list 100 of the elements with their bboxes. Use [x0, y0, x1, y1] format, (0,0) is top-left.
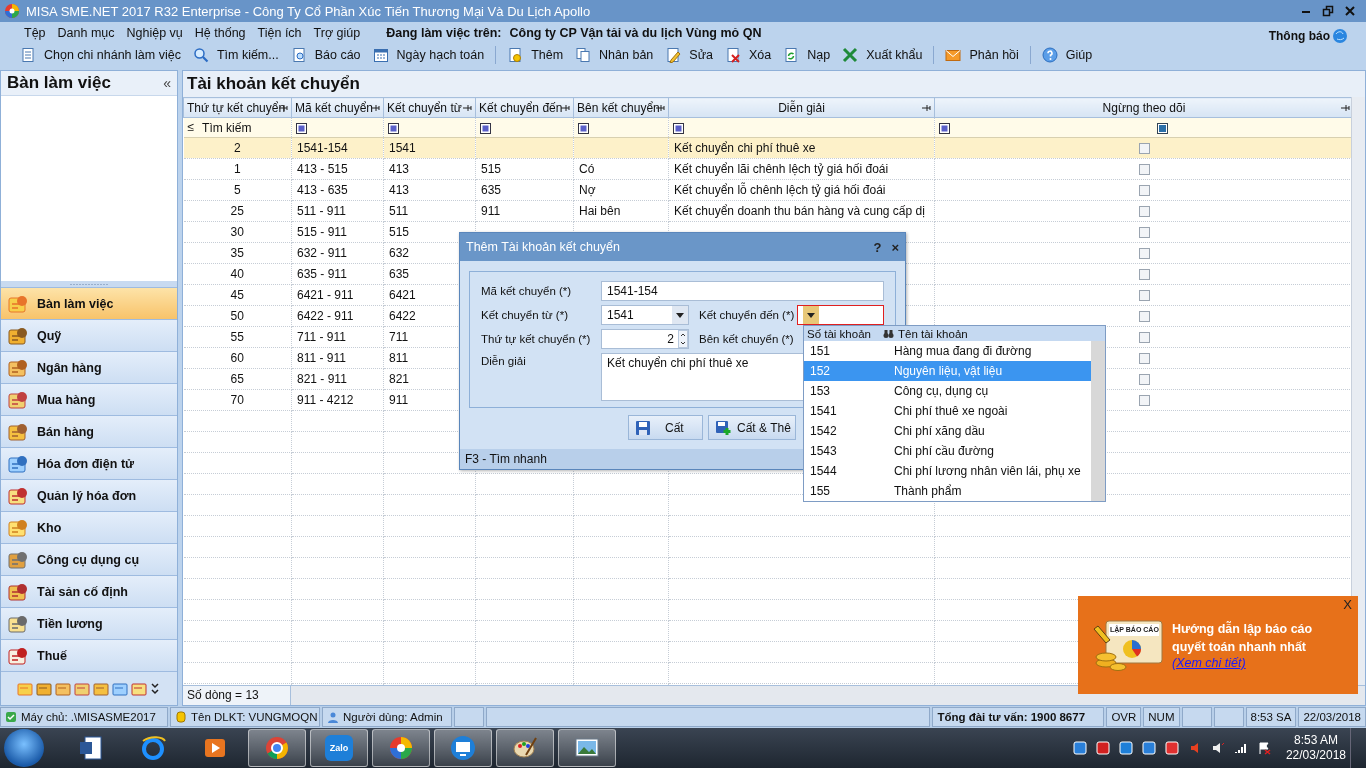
- column-header[interactable]: Thứ tự kết chuyển: [183, 97, 292, 118]
- menu-item[interactable]: Tiện ích: [251, 25, 308, 40]
- checkbox[interactable]: [1138, 185, 1150, 197]
- table-row[interactable]: 1 413 - 515 413 515 Có Kết chuyển lãi chênh lệch tỷ giá hối đoái: [183, 158, 1351, 180]
- checkbox[interactable]: [1138, 269, 1150, 281]
- close-icon[interactable]: [1344, 5, 1356, 17]
- taskbar-button[interactable]: [558, 729, 616, 767]
- nav-item[interactable]: Công cụ dụng cụ: [1, 543, 177, 575]
- nav-item[interactable]: Tiền lương: [1, 607, 177, 639]
- filter-operator-icon[interactable]: [388, 122, 399, 134]
- filter-operator-icon[interactable]: [578, 122, 589, 134]
- checkbox[interactable]: [1138, 311, 1150, 323]
- filter-operator-icon[interactable]: [296, 122, 307, 134]
- toolbar-button[interactable]: Nhân bản: [571, 44, 658, 66]
- toolbar-button[interactable]: Nạp: [779, 44, 835, 66]
- checkbox[interactable]: [1138, 248, 1150, 260]
- toolbar-button[interactable]: Sửa: [661, 44, 717, 66]
- dropdown-button[interactable]: [672, 306, 688, 324]
- toolbar-button[interactable]: Tìm kiếm...: [188, 44, 283, 66]
- collapse-button[interactable]: «: [163, 75, 171, 91]
- close-button[interactable]: X: [1343, 597, 1352, 612]
- column-header[interactable]: Kết chuyển đến: [475, 97, 574, 118]
- combo-box[interactable]: [797, 305, 884, 325]
- column-header[interactable]: Diễn giải: [668, 97, 935, 118]
- menu-item[interactable]: Hệ thống: [188, 25, 252, 40]
- scrollbar[interactable]: [1091, 341, 1105, 501]
- filter-operator-icon[interactable]: [480, 122, 491, 134]
- checkbox[interactable]: [1138, 164, 1150, 176]
- menu-item[interactable]: Danh mục: [51, 25, 121, 40]
- table-row[interactable]: 2 1541-154 1541 Kết chuyển chi phí thuê xe: [183, 137, 1351, 159]
- nav-item[interactable]: Thuế: [1, 639, 177, 671]
- tray-icon[interactable]: [1072, 741, 1087, 755]
- nav-item[interactable]: Hóa đơn điện tử: [1, 447, 177, 479]
- combo-box[interactable]: 1541: [601, 305, 689, 325]
- taskbar-button[interactable]: [248, 729, 306, 767]
- dropdown-button[interactable]: [803, 306, 819, 324]
- notifications-button[interactable]: Thông báo: [1268, 27, 1366, 44]
- save-button[interactable]: Cất: [628, 415, 703, 440]
- toolbar-button[interactable]: Xuất khẩu: [838, 44, 927, 66]
- column-header[interactable]: Mã kết chuyển: [291, 97, 384, 118]
- column-header[interactable]: Kết chuyển từ: [383, 97, 476, 118]
- toolbar-button[interactable]: Phản hồi: [941, 44, 1023, 66]
- filter-operator-icon[interactable]: [939, 122, 950, 134]
- toolbar-button[interactable]: Thêm: [503, 44, 568, 66]
- list-item[interactable]: 1542 Chi phí xăng dầu: [804, 421, 1091, 441]
- filter-cell[interactable]: ≤ Tìm kiếm: [183, 117, 292, 138]
- spin-box[interactable]: 2: [601, 329, 689, 349]
- nav-item[interactable]: Bán hàng: [1, 415, 177, 447]
- column-header[interactable]: Tên tài khoản: [898, 327, 968, 340]
- stepper-icon[interactable]: [678, 330, 688, 348]
- speaker-icon[interactable]: [1210, 741, 1225, 755]
- signal-icon[interactable]: [1233, 741, 1248, 755]
- toolbar-button[interactable]: Báo cáo: [286, 44, 365, 66]
- table-row[interactable]: 25 511 - 911 511 911 Hai bên Kết chuyển doanh thu bán hàng và cung cấp dị: [183, 200, 1351, 222]
- nav-item[interactable]: Kho: [1, 511, 177, 543]
- list-item[interactable]: 155 Thành phẩm: [804, 481, 1091, 501]
- nav-item[interactable]: Quản lý hóa đơn: [1, 479, 177, 511]
- nav-item[interactable]: Mua hàng: [1, 383, 177, 415]
- taskbar-button[interactable]: [372, 729, 430, 767]
- clock-date[interactable]: 22/03/2018: [1285, 748, 1346, 763]
- checkbox[interactable]: [1138, 227, 1150, 239]
- list-item[interactable]: 1541 Chi phí thuê xe ngoài: [804, 401, 1091, 421]
- text-field[interactable]: 1541-154: [601, 281, 884, 301]
- checkbox[interactable]: [1138, 395, 1150, 407]
- restore-icon[interactable]: [1322, 5, 1334, 17]
- filter-operator[interactable]: ≤: [187, 119, 195, 134]
- toolbar-button[interactable]: Chọn chi nhánh làm việc: [16, 44, 185, 66]
- nav-item[interactable]: Tài sản cố định: [1, 575, 177, 607]
- checkbox[interactable]: [1138, 143, 1150, 155]
- toolbar-button[interactable]: Ngày hạch toán: [368, 44, 489, 66]
- tray-icon[interactable]: [1141, 741, 1156, 755]
- toolbar-button[interactable]: Xóa: [721, 44, 776, 66]
- table-row[interactable]: 5 413 - 635 413 635 Nợ Kết chuyển lỗ chênh lệch tỷ giá hối đoái: [183, 179, 1351, 201]
- pin-icon[interactable]: [560, 103, 570, 113]
- filter-checkbox[interactable]: [1157, 122, 1168, 134]
- clock-time[interactable]: 8:53 AM: [1293, 733, 1338, 748]
- taskbar-button[interactable]: Zalo: [310, 729, 368, 767]
- flag-icon[interactable]: [1256, 741, 1271, 755]
- nav-item[interactable]: Quỹ: [1, 319, 177, 351]
- menu-item[interactable]: Trợ giúp: [307, 25, 367, 40]
- menu-item[interactable]: Nghiệp vụ: [120, 25, 189, 40]
- pin-icon[interactable]: [462, 103, 472, 113]
- pin-icon[interactable]: [370, 103, 380, 113]
- tray-icon[interactable]: [1164, 741, 1179, 755]
- pin-icon[interactable]: [921, 103, 931, 113]
- start-button[interactable]: [4, 729, 44, 767]
- scrollbar[interactable]: [1351, 97, 1365, 685]
- checkbox[interactable]: [1138, 374, 1150, 386]
- nav-item[interactable]: Ngân hàng: [1, 351, 177, 383]
- column-header[interactable]: Bên kết chuyển: [573, 97, 669, 118]
- toolbar-button[interactable]: Giúp: [1037, 44, 1097, 66]
- taskbar-button[interactable]: [496, 729, 554, 767]
- save-and-new-button[interactable]: Cất & Thê: [708, 415, 796, 440]
- chevron-icon[interactable]: [150, 680, 160, 697]
- filter-operator-icon[interactable]: [673, 122, 684, 134]
- tray-icon[interactable]: [1118, 741, 1133, 755]
- menu-item[interactable]: Tệp: [18, 25, 52, 40]
- nav-item[interactable]: Bàn làm việc: [1, 287, 177, 319]
- checkbox[interactable]: [1138, 332, 1150, 344]
- pin-icon[interactable]: [1340, 103, 1350, 113]
